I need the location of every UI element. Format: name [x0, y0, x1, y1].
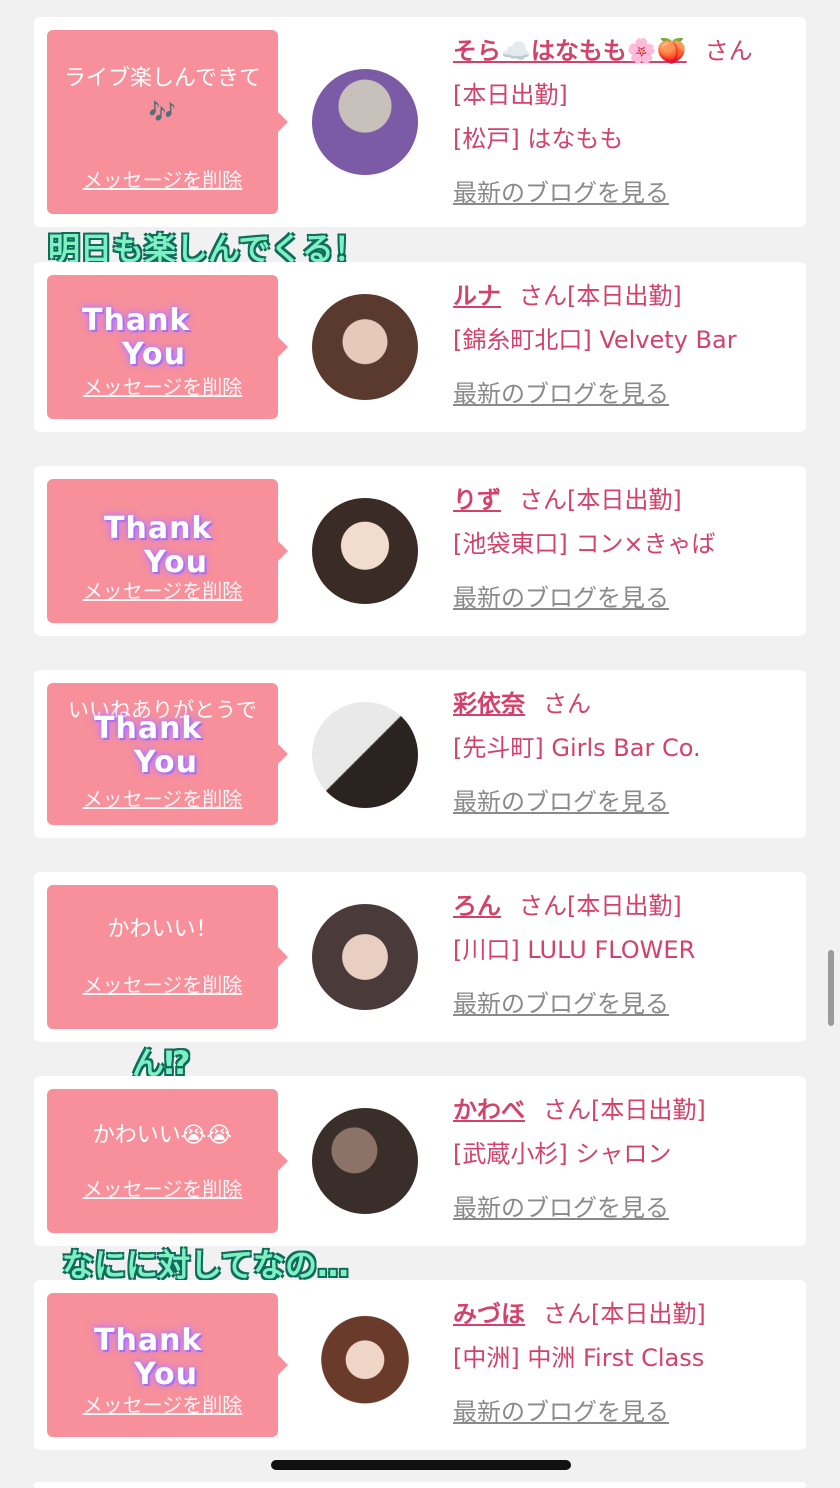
home-indicator[interactable]: [271, 1460, 571, 1470]
shop-label: [松戸] はなもも: [453, 125, 624, 153]
shop-label: [川口] LULU FLOWER: [453, 936, 696, 964]
delete-message-link[interactable]: メッセージを削除: [47, 783, 278, 812]
message-card: メッセージを削除 Thank You みづほ さん[本日出勤] [中洲] 中洲 F…: [34, 1280, 806, 1450]
message-text: いいねありがとうで: [68, 698, 257, 722]
scrollbar[interactable]: [828, 950, 834, 1026]
blog-link[interactable]: 最新のブログを見る: [453, 380, 669, 408]
blog-link[interactable]: 最新のブログを見る: [453, 788, 669, 816]
cast-name-link[interactable]: りず: [453, 486, 501, 514]
cast-suffix: さん[本日出勤]: [519, 892, 682, 920]
message-text: ライブ楽しんできて🎶: [64, 66, 261, 125]
message-bubble: メッセージを削除: [47, 479, 288, 623]
avatar[interactable]: [312, 904, 418, 1010]
message-bubble: いいねありがとうで メッセージを削除: [47, 683, 288, 825]
cast-info: ルナ さん[本日出勤] [錦糸町北口] Velvety Bar 最新のブログを見る: [453, 274, 782, 416]
shop-label: [中洲] 中洲 First Class: [453, 1344, 705, 1372]
delete-message-link[interactable]: メッセージを削除: [47, 1173, 278, 1202]
delete-message-link[interactable]: メッセージを削除: [47, 371, 278, 400]
message-bubble: メッセージを削除: [47, 275, 288, 419]
message-card: メッセージを削除 Thank You りず さん[本日出勤] [池袋東口] コン×…: [34, 466, 806, 636]
blog-link[interactable]: 最新のブログを見る: [453, 990, 669, 1018]
cast-info: そら☁️はなもも🌸🍑 さん[本日出勤] [松戸] はなもも 最新のブログを見る: [453, 29, 782, 215]
message-bubble: メッセージを削除: [47, 1293, 288, 1437]
blog-link[interactable]: 最新のブログを見る: [453, 584, 669, 612]
cast-info: りず さん[本日出勤] [池袋東口] コン×きゃば 最新のブログを見る: [453, 478, 782, 620]
cast-suffix: さん: [543, 690, 591, 718]
blog-link[interactable]: 最新のブログを見る: [453, 1194, 669, 1222]
avatar[interactable]: [312, 498, 418, 604]
delete-message-link[interactable]: メッセージを削除: [47, 1389, 278, 1418]
cast-name-link[interactable]: ルナ: [453, 282, 501, 310]
message-card-partial: [34, 1482, 806, 1488]
cast-info: ろん さん[本日出勤] [川口] LULU FLOWER 最新のブログを見る: [453, 884, 782, 1026]
cast-name-link[interactable]: みづほ: [453, 1300, 525, 1328]
cast-name-link[interactable]: 彩依奈: [453, 690, 525, 718]
avatar[interactable]: [312, 1108, 418, 1214]
blog-link[interactable]: 最新のブログを見る: [453, 179, 669, 207]
cast-suffix: さん[本日出勤]: [519, 486, 682, 514]
blog-link[interactable]: 最新のブログを見る: [453, 1398, 669, 1426]
cast-suffix: さん[本日出勤]: [543, 1096, 706, 1124]
cast-suffix: さん[本日出勤]: [543, 1300, 706, 1328]
cast-suffix: さん[本日出勤]: [519, 282, 682, 310]
message-card: いいねありがとうで メッセージを削除 Thank You 彩依奈 さん [先斗町]…: [34, 670, 806, 838]
delete-message-link[interactable]: メッセージを削除: [47, 164, 278, 193]
cast-name-link[interactable]: かわべ: [453, 1096, 525, 1124]
message-text: かわいい😭😭: [92, 1123, 233, 1148]
avatar[interactable]: [312, 702, 418, 808]
cast-info: みづほ さん[本日出勤] [中洲] 中洲 First Class 最新のブログを見…: [453, 1292, 782, 1434]
cast-info: かわべ さん[本日出勤] [武蔵小杉] シャロン 最新のブログを見る: [453, 1088, 782, 1230]
cast-name-link[interactable]: そら☁️はなもも🌸🍑: [453, 37, 687, 65]
shop-label: [錦糸町北口] Velvety Bar: [453, 326, 737, 354]
shop-label: [先斗町] Girls Bar Co.: [453, 734, 701, 762]
delete-message-link[interactable]: メッセージを削除: [47, 969, 278, 998]
avatar[interactable]: [312, 294, 418, 400]
avatar[interactable]: [312, 1312, 418, 1418]
message-card: かわいい！ メッセージを削除 ろん さん[本日出勤] [川口] LULU FLOW…: [34, 872, 806, 1042]
message-card: ライブ楽しんできて🎶 メッセージを削除 そら☁️はなもも🌸🍑 さん[本日出勤] […: [34, 17, 806, 227]
message-bubble: ライブ楽しんできて🎶 メッセージを削除: [47, 30, 288, 214]
message-card: かわいい😭😭 メッセージを削除 かわべ さん[本日出勤] [武蔵小杉] シャロン …: [34, 1076, 806, 1246]
message-text: かわいい！: [107, 917, 218, 942]
avatar[interactable]: [312, 69, 418, 175]
message-bubble: かわいい😭😭 メッセージを削除: [47, 1089, 288, 1233]
delete-message-link[interactable]: メッセージを削除: [47, 575, 278, 604]
shop-label: [池袋東口] コン×きゃば: [453, 530, 716, 558]
cast-name-link[interactable]: ろん: [453, 892, 501, 920]
message-card: メッセージを削除 Thank You ルナ さん[本日出勤] [錦糸町北口] Ve…: [34, 262, 806, 432]
cast-info: 彩依奈 さん [先斗町] Girls Bar Co. 最新のブログを見る: [453, 682, 782, 824]
message-bubble: かわいい！ メッセージを削除: [47, 885, 288, 1029]
shop-label: [武蔵小杉] シャロン: [453, 1140, 672, 1168]
